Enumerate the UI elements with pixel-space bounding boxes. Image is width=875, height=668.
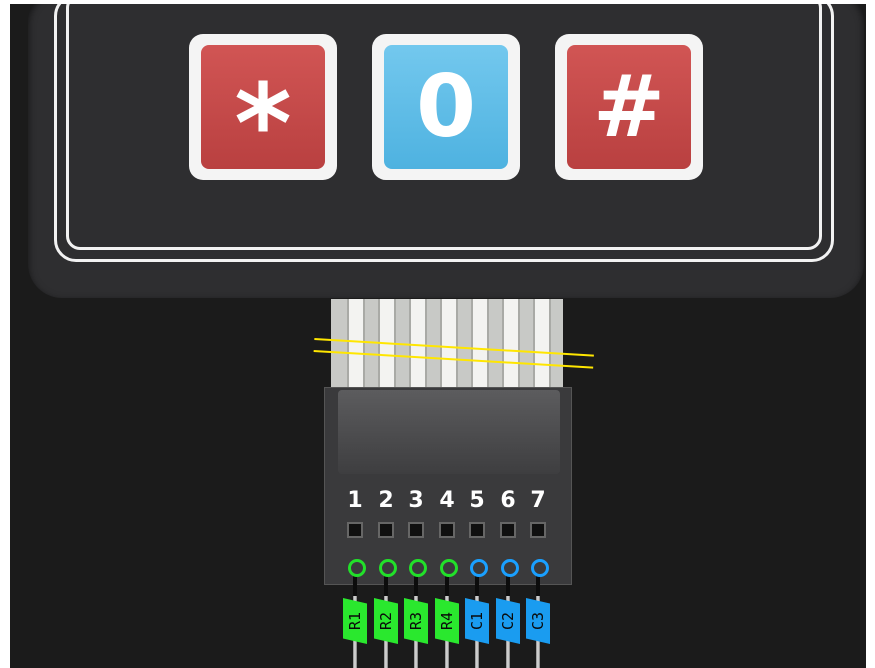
key-hash-face: # xyxy=(567,45,691,169)
key-star-label: * xyxy=(234,60,292,188)
pin-tag-r3: R3 xyxy=(404,598,428,644)
pin-pad-row xyxy=(348,559,366,577)
pin-wire xyxy=(353,574,357,596)
pin-socket xyxy=(347,522,363,538)
pin-tag-r1: R1 xyxy=(343,598,367,644)
key-zero: 0 xyxy=(372,34,520,180)
pin-pad-row xyxy=(440,559,458,577)
pin-tag-r2: R2 xyxy=(374,598,398,644)
pin-socket xyxy=(408,522,424,538)
pin-number-2: 2 xyxy=(378,488,394,513)
ribbon-trace xyxy=(471,299,489,387)
pin-tag-c2: C2 xyxy=(496,598,520,644)
ribbon-trace xyxy=(533,299,551,387)
connector-clip xyxy=(338,390,560,474)
pin-number-5: 5 xyxy=(469,488,485,513)
ribbon-trace xyxy=(440,299,458,387)
pin-pad-row xyxy=(379,559,397,577)
pin-wire xyxy=(536,574,540,596)
pin-socket xyxy=(500,522,516,538)
pin-number-4: 4 xyxy=(439,488,455,513)
pin-pad-column xyxy=(501,559,519,577)
pin-wire xyxy=(414,574,418,596)
key-zero-label: 0 xyxy=(416,57,476,157)
pin-wire xyxy=(506,574,510,596)
pin-label-r3: R3 xyxy=(407,611,425,631)
pin-socket xyxy=(378,522,394,538)
pin-label-c1: C1 xyxy=(468,611,486,631)
ribbon-trace xyxy=(502,299,520,387)
key-zero-face: 0 xyxy=(384,45,508,169)
key-star: * xyxy=(189,34,337,180)
key-hash: # xyxy=(555,34,703,180)
key-hash-label: # xyxy=(592,57,666,157)
pin-label-r1: R1 xyxy=(346,611,364,631)
pin-label-r4: R4 xyxy=(438,611,456,631)
key-star-face: * xyxy=(201,45,325,179)
pin-socket xyxy=(439,522,455,538)
keypad-photo: * 0 # 1 2 3 4 5 6 7 R1 R2 R3 R4 C1 C2 C3 xyxy=(10,4,866,668)
pin-wire xyxy=(384,574,388,596)
pin-tag-c1: C1 xyxy=(465,598,489,644)
pin-pad-column xyxy=(470,559,488,577)
pin-tag-c3: C3 xyxy=(526,598,550,644)
pin-socket xyxy=(469,522,485,538)
pin-pad-column xyxy=(531,559,549,577)
pin-label-c2: C2 xyxy=(499,611,517,631)
pin-socket xyxy=(530,522,546,538)
pin-label-c3: C3 xyxy=(529,611,547,631)
pin-wire xyxy=(445,574,449,596)
pin-number-6: 6 xyxy=(500,488,516,513)
pin-pad-row xyxy=(409,559,427,577)
pin-tag-r4: R4 xyxy=(435,598,459,644)
pin-wire xyxy=(475,574,479,596)
pin-label-r2: R2 xyxy=(377,611,395,631)
pin-number-1: 1 xyxy=(347,488,363,513)
pin-number-3: 3 xyxy=(408,488,424,513)
pin-number-7: 7 xyxy=(530,488,546,513)
